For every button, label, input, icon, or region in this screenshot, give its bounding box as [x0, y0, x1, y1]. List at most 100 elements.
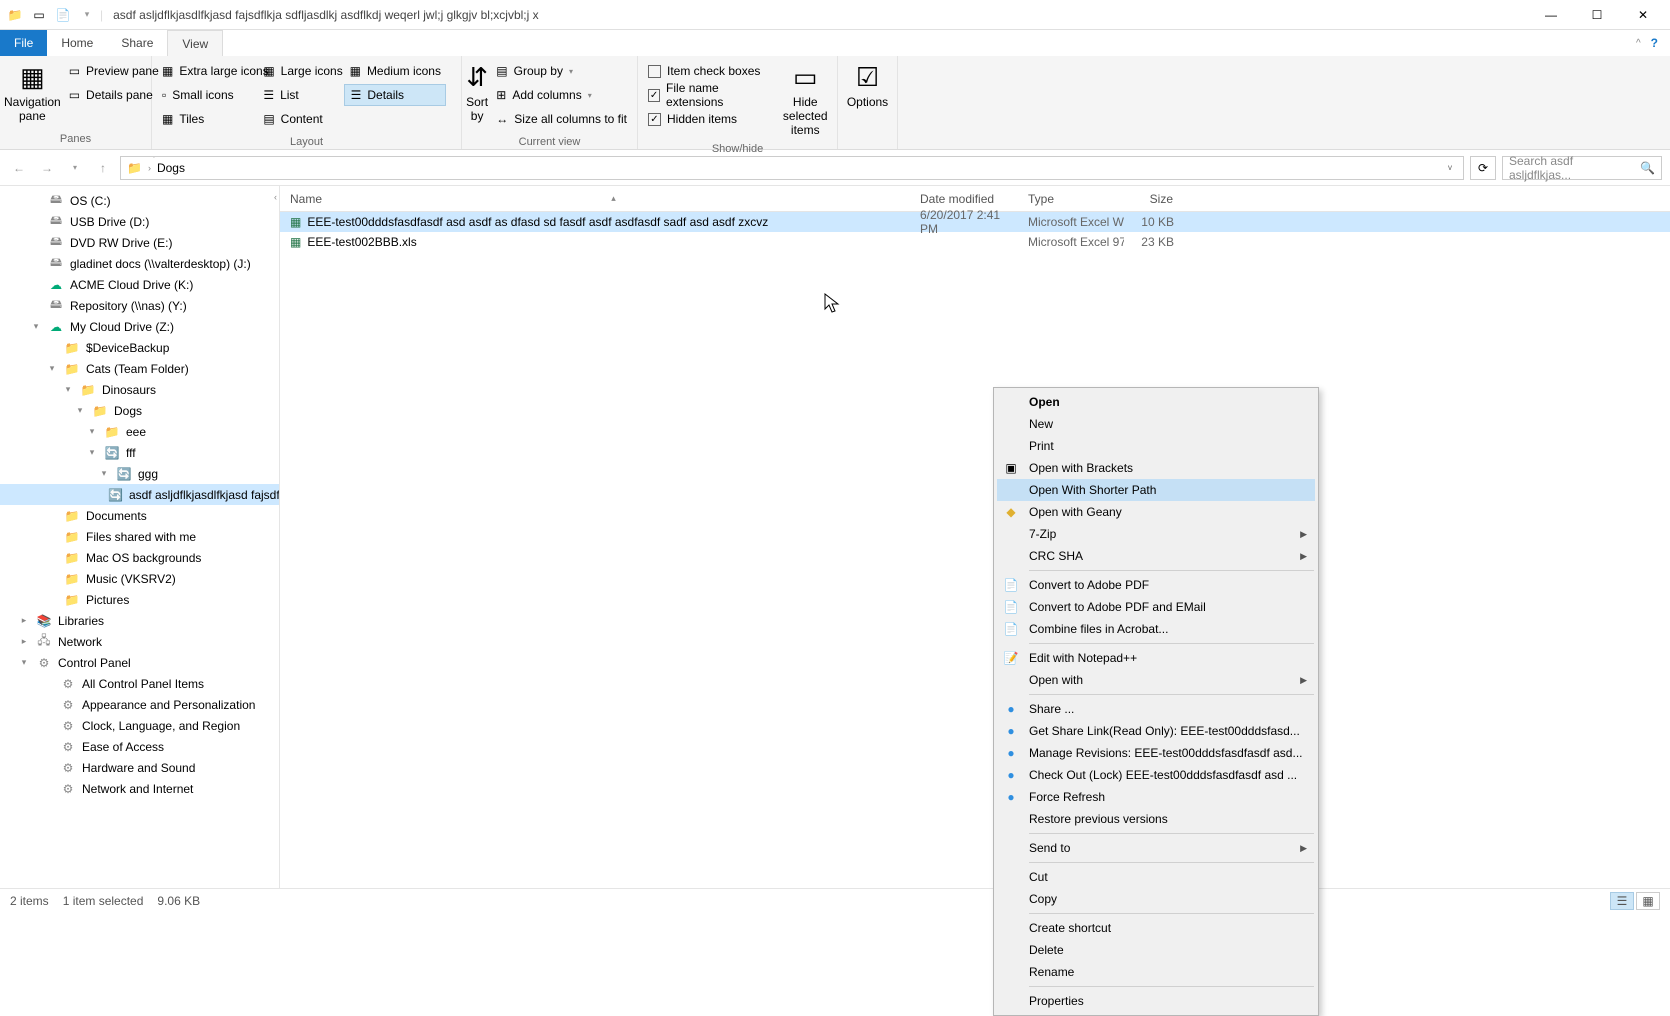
expand-icon[interactable]: ▾: [86, 426, 98, 437]
tree-item[interactable]: ▸🖧Network: [0, 631, 279, 652]
context-menu-item[interactable]: 📄Convert to Adobe PDF: [997, 574, 1315, 596]
context-menu-item[interactable]: Open With Shorter Path: [997, 479, 1315, 501]
tree-item[interactable]: ☁ACME Cloud Drive (K:): [0, 274, 279, 295]
tree-item[interactable]: ⚙Appearance and Personalization: [0, 694, 279, 715]
hidden-items-toggle[interactable]: ✓Hidden items: [642, 108, 776, 130]
minimize-button[interactable]: —: [1528, 0, 1574, 30]
context-menu-item[interactable]: 7-Zip▶: [997, 523, 1315, 545]
context-menu-item[interactable]: 📝Edit with Notepad++: [997, 647, 1315, 669]
sort-by-button[interactable]: ⇵ Sort by: [466, 60, 488, 123]
column-size[interactable]: Size: [1124, 192, 1184, 206]
refresh-button[interactable]: ⟳: [1470, 156, 1496, 180]
tree-item[interactable]: ⚙Ease of Access: [0, 736, 279, 757]
view-details-button[interactable]: ☰: [1610, 892, 1634, 910]
group-by-button[interactable]: ▤Group by ▾: [490, 60, 633, 82]
context-menu-item[interactable]: Open: [997, 391, 1315, 413]
file-row[interactable]: ▦EEE-test00dddsfasdfasdf asd asdf as dfa…: [280, 212, 1670, 232]
item-checkboxes-toggle[interactable]: Item check boxes: [642, 60, 776, 82]
context-menu-item[interactable]: 📄Convert to Adobe PDF and EMail: [997, 596, 1315, 618]
expand-icon[interactable]: ▸: [18, 615, 30, 626]
context-menu-item[interactable]: ●Force Refresh: [997, 786, 1315, 808]
tree-item[interactable]: ▾🔄fff: [0, 442, 279, 463]
navigation-pane-button[interactable]: ▦ Navigation pane: [4, 60, 61, 123]
tab-home[interactable]: Home: [47, 30, 107, 56]
context-menu-item[interactable]: New: [997, 413, 1315, 435]
context-menu-item[interactable]: Print: [997, 435, 1315, 457]
column-date[interactable]: Date modified: [910, 192, 1018, 206]
context-menu-item[interactable]: Cut: [997, 866, 1315, 888]
expand-icon[interactable]: ▾: [98, 468, 110, 479]
tree-item[interactable]: 🖴gladinet docs (\\valterdesktop) (J:): [0, 253, 279, 274]
tree-item[interactable]: ▾🔄ggg: [0, 463, 279, 484]
expand-icon[interactable]: ▸: [18, 636, 30, 647]
context-menu-item[interactable]: ●Check Out (Lock) EEE-test00dddsfasdfasd…: [997, 764, 1315, 786]
chevron-right-icon[interactable]: ›: [153, 178, 156, 180]
tab-view[interactable]: View: [167, 30, 223, 56]
file-list[interactable]: ▦EEE-test00dddsfasdfasdf asd asdf as dfa…: [280, 212, 1670, 888]
hide-selected-button[interactable]: ▭ Hide selected items: [778, 60, 833, 137]
tree-item[interactable]: 🖴DVD RW Drive (E:): [0, 232, 279, 253]
tree-item[interactable]: ▸📚Libraries: [0, 610, 279, 631]
tree-item[interactable]: ▾☁My Cloud Drive (Z:): [0, 316, 279, 337]
context-menu-item[interactable]: Properties: [997, 990, 1315, 1012]
context-menu-item[interactable]: Open with▶: [997, 669, 1315, 691]
layout-medium-icons[interactable]: ▦Medium icons: [344, 60, 446, 82]
tab-file[interactable]: File: [0, 30, 47, 56]
tree-item[interactable]: ⚙All Control Panel Items: [0, 673, 279, 694]
tree-item[interactable]: 📁Files shared with me: [0, 526, 279, 547]
expand-icon[interactable]: ▾: [86, 447, 98, 458]
context-menu-item[interactable]: CRC SHA▶: [997, 545, 1315, 567]
qat-newfolder-icon[interactable]: 📄: [52, 4, 74, 26]
expand-icon[interactable]: ▾: [74, 405, 86, 416]
address-bar[interactable]: 📁 › This PC›My Cloud Drive (Z:)›Cats (Te…: [120, 156, 1464, 180]
recent-dropdown[interactable]: ▾: [64, 157, 86, 179]
folder-icon[interactable]: 📁: [4, 4, 26, 26]
column-name[interactable]: Name▴: [280, 192, 910, 206]
context-menu-item[interactable]: ▣Open with Brackets: [997, 457, 1315, 479]
tree-item[interactable]: 🔄asdf asljdflkjasdlfkjasd fajsdflkja s: [0, 484, 279, 505]
context-menu-item[interactable]: 📄Combine files in Acrobat...: [997, 618, 1315, 640]
context-menu-item[interactable]: ◆Open with Geany: [997, 501, 1315, 523]
expand-icon[interactable]: ▾: [46, 363, 58, 374]
view-thumbnails-button[interactable]: ▦: [1636, 892, 1660, 910]
context-menu-item[interactable]: Create shortcut: [997, 917, 1315, 939]
context-menu-item[interactable]: Rename: [997, 961, 1315, 983]
size-columns-button[interactable]: ↔Size all columns to fit: [490, 108, 633, 130]
search-input[interactable]: Search asdf asljdflkjas... 🔍: [1502, 156, 1662, 180]
context-menu-item[interactable]: Copy: [997, 888, 1315, 910]
address-dropdown[interactable]: v: [1439, 157, 1461, 179]
expand-icon[interactable]: ▾: [18, 657, 30, 668]
layout-extra-large-icons[interactable]: ▦Extra large icons: [156, 60, 255, 82]
forward-button[interactable]: →: [36, 157, 58, 179]
expand-icon[interactable]: ▾: [30, 321, 42, 332]
options-button[interactable]: ☑ Options: [842, 60, 893, 109]
layout-large-icons[interactable]: ▦Large icons: [257, 60, 341, 82]
tree-item[interactable]: ⚙Clock, Language, and Region: [0, 715, 279, 736]
context-menu-item[interactable]: ●Get Share Link(Read Only): EEE-test00dd…: [997, 720, 1315, 742]
tree-item[interactable]: 📁Pictures: [0, 589, 279, 610]
tree-item[interactable]: 🖴Repository (\\nas) (Y:): [0, 295, 279, 316]
help-icon[interactable]: ?: [1651, 36, 1658, 50]
tree-item[interactable]: ⚙Hardware and Sound: [0, 757, 279, 778]
ribbon-collapse-icon[interactable]: ^: [1636, 38, 1641, 49]
add-columns-button[interactable]: ⊞Add columns ▾: [490, 84, 633, 106]
expand-icon[interactable]: ▾: [62, 384, 74, 395]
tree-item[interactable]: ▾⚙Control Panel: [0, 652, 279, 673]
file-ext-toggle[interactable]: ✓File name extensions: [642, 84, 776, 106]
tree-item[interactable]: 🖴OS (C:): [0, 190, 279, 211]
tree-item[interactable]: 📁Documents: [0, 505, 279, 526]
tree-item[interactable]: ▾📁eee: [0, 421, 279, 442]
tree-item[interactable]: 📁$DeviceBackup: [0, 337, 279, 358]
tree-item[interactable]: 📁Music (VKSRV2): [0, 568, 279, 589]
tree-item[interactable]: ▾📁Cats (Team Folder): [0, 358, 279, 379]
layout-small-icons[interactable]: ▫Small icons: [156, 84, 255, 106]
tree-collapse-icon[interactable]: ‹: [274, 192, 277, 202]
qat-dropdown-icon[interactable]: ▾: [76, 4, 98, 26]
layout-tiles[interactable]: ▦Tiles: [156, 108, 255, 130]
column-type[interactable]: Type: [1018, 192, 1124, 206]
tree-item[interactable]: 📁Mac OS backgrounds: [0, 547, 279, 568]
context-menu-item[interactable]: ●Manage Revisions: EEE-test00dddsfasdfas…: [997, 742, 1315, 764]
layout-details[interactable]: ☰Details: [344, 84, 446, 106]
details-pane-button[interactable]: ▭Details pane: [63, 84, 165, 106]
maximize-button[interactable]: ☐: [1574, 0, 1620, 30]
